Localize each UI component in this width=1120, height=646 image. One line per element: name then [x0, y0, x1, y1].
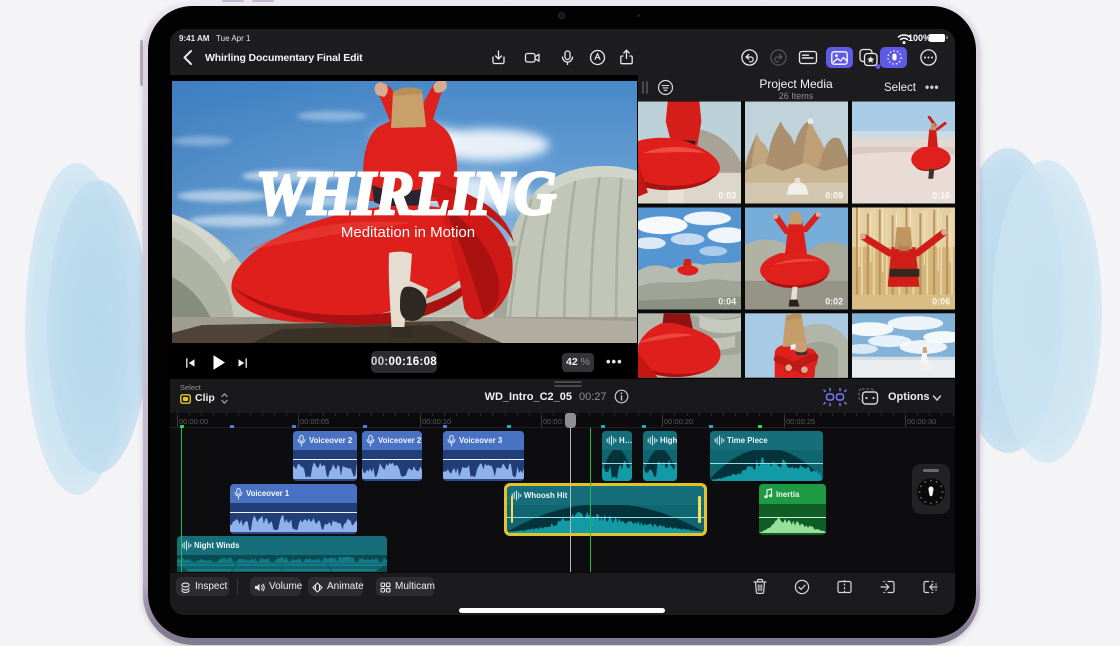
svg-text:0:09: 0:09 — [825, 191, 843, 201]
svg-text:0:10: 0:10 — [932, 191, 950, 201]
svg-text:WHIRLING: WHIRLING — [256, 160, 556, 228]
svg-text:Meditation in Motion: Meditation in Motion — [341, 224, 475, 241]
svg-text:0:03: 0:03 — [718, 191, 736, 201]
svg-text:0:06: 0:06 — [932, 297, 950, 307]
svg-text:0:04: 0:04 — [718, 297, 736, 307]
svg-text:0:02: 0:02 — [825, 297, 843, 307]
